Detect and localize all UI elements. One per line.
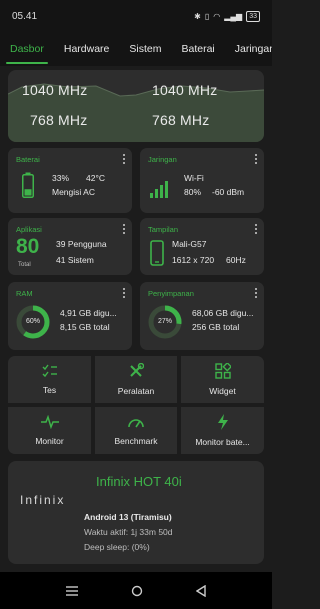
menu-icon[interactable] <box>66 585 79 596</box>
tools-label: Peralatan <box>117 386 155 396</box>
display-card[interactable]: Tampilan Mali-G57 1612 x 720 60Hz <box>140 218 264 275</box>
tab-hardware[interactable]: Hardware <box>54 32 120 66</box>
tab-baterai[interactable]: Baterai <box>171 32 224 66</box>
battery-icon: 33 <box>246 10 260 22</box>
battery-monitor-label: Monitor bate... <box>195 437 250 447</box>
tests-button[interactable]: Tes <box>8 356 91 403</box>
more-options-icon[interactable] <box>254 288 258 298</box>
apps-card[interactable]: Aplikasi 80 Total 39 Pengguna 41 Sistem <box>8 218 132 275</box>
display-refresh-rate: 60Hz <box>226 255 246 265</box>
display-gpu: Mali-G57 <box>172 239 207 249</box>
card-title: Aplikasi <box>16 225 42 234</box>
apps-total-count: 80 <box>16 235 40 258</box>
battery-percent: 33% <box>52 173 70 183</box>
more-options-icon[interactable] <box>122 288 126 298</box>
battery-monitor-button[interactable]: Monitor bate... <box>181 407 264 454</box>
signal-strength-icon <box>150 181 168 198</box>
more-options-icon[interactable] <box>254 224 258 234</box>
widget-icon <box>214 363 231 379</box>
status-icons: ✱ ▯ ◠ ▂▄▆ 33 <box>194 10 260 22</box>
more-options-icon[interactable] <box>254 154 258 164</box>
battery-level-icon <box>22 172 34 198</box>
tools-button[interactable]: Peralatan <box>95 356 177 403</box>
cpu-core-freq: 1040 MHz <box>22 82 88 98</box>
device-info-card[interactable]: Infinix Infinix HOT 40i Android 13 (Tira… <box>8 461 264 564</box>
ram-used: 4,91 GB digu... <box>60 308 117 318</box>
deep-sleep: Deep sleep: (0%) <box>84 542 150 552</box>
brand-logo: Infinix <box>20 493 66 507</box>
card-title: Baterai <box>16 155 40 164</box>
storage-percent: 27% <box>157 318 172 325</box>
pulse-icon <box>40 415 59 429</box>
network-dbm: -60 dBm <box>212 187 245 197</box>
android-version: Android 13 (Tiramisu) <box>84 512 172 522</box>
more-options-icon[interactable] <box>122 154 126 164</box>
card-title: Penyimpanan <box>148 289 194 298</box>
tab-dasbor[interactable]: Dasbor <box>0 32 54 66</box>
card-title: Jaringan <box>148 155 177 164</box>
battery-level: 33 <box>249 12 257 20</box>
network-type: Wi-Fi <box>184 173 204 183</box>
network-signal: 80% <box>184 187 202 197</box>
tools-icon <box>130 363 144 377</box>
display-resolution: 1612 x 720 <box>172 255 215 265</box>
monitor-label: Monitor <box>35 436 64 446</box>
widget-label: Widget <box>209 386 236 396</box>
cpu-core-freq: 768 MHz <box>30 112 88 128</box>
more-options-icon[interactable] <box>122 224 126 234</box>
storage-total: 256 GB total <box>192 322 240 332</box>
benchmark-label: Benchmark <box>114 436 158 446</box>
status-bar: 05.41 ✱ ▯ ◠ ▂▄▆ 33 <box>0 0 272 32</box>
smartphone-icon <box>150 240 164 266</box>
cpu-frequency-graph <box>8 83 264 142</box>
tab-bar: Dasbor Hardware Sistem Baterai Jaringan <box>0 32 272 66</box>
vibrate-icon: ▯ <box>204 11 210 21</box>
apps-system-count: 41 Sistem <box>56 255 94 265</box>
bolt-icon <box>217 414 228 430</box>
ram-total: 8,15 GB total <box>60 322 110 332</box>
apps-total-label: Total <box>18 262 31 268</box>
uptime: Waktu aktif: 1j 33m 50d <box>84 527 173 537</box>
bluetooth-icon: ✱ <box>194 11 201 21</box>
card-title: Tampilan <box>148 225 179 234</box>
tests-label: Tes <box>42 385 57 395</box>
storage-used: 68,06 GB digu... <box>192 308 254 318</box>
cpu-core-freq: 768 MHz <box>152 112 210 128</box>
monitor-button[interactable]: Monitor <box>8 407 91 454</box>
tab-jaringan[interactable]: Jaringan <box>225 32 272 66</box>
battery-status: Mengisi AC <box>52 187 95 197</box>
card-title: RAM <box>16 289 33 298</box>
signal-icon: ▂▄▆ <box>224 11 243 21</box>
wifi-icon: ◠ <box>213 11 221 21</box>
home-icon[interactable] <box>131 585 143 597</box>
widget-button[interactable]: Widget <box>181 356 264 403</box>
network-card[interactable]: Jaringan Wi-Fi 80% -60 dBm <box>140 148 264 213</box>
status-time: 05.41 <box>12 10 38 22</box>
battery-card[interactable]: Baterai 33% 42°C Mengisi AC <box>8 148 132 213</box>
back-icon[interactable] <box>195 584 206 597</box>
battery-temperature: 42°C <box>86 173 105 183</box>
apps-user-count: 39 Pengguna <box>56 239 107 249</box>
storage-card[interactable]: Penyimpanan 27% 68,06 GB digu... 256 GB … <box>140 282 264 350</box>
navigation-bar <box>0 572 272 609</box>
benchmark-button[interactable]: Benchmark <box>95 407 177 454</box>
cpu-frequency-card[interactable]: 1040 MHz 1040 MHz 768 MHz 768 MHz <box>8 70 264 142</box>
speedometer-icon <box>128 419 144 428</box>
ram-percent: 60% <box>25 318 40 325</box>
device-model: Infinix HOT 40i <box>96 474 182 489</box>
checklist-icon <box>42 364 57 378</box>
cpu-core-freq: 1040 MHz <box>152 82 218 98</box>
tab-sistem[interactable]: Sistem <box>119 32 171 66</box>
ram-card[interactable]: RAM 60% 4,91 GB digu... 8,15 GB total <box>8 282 132 350</box>
